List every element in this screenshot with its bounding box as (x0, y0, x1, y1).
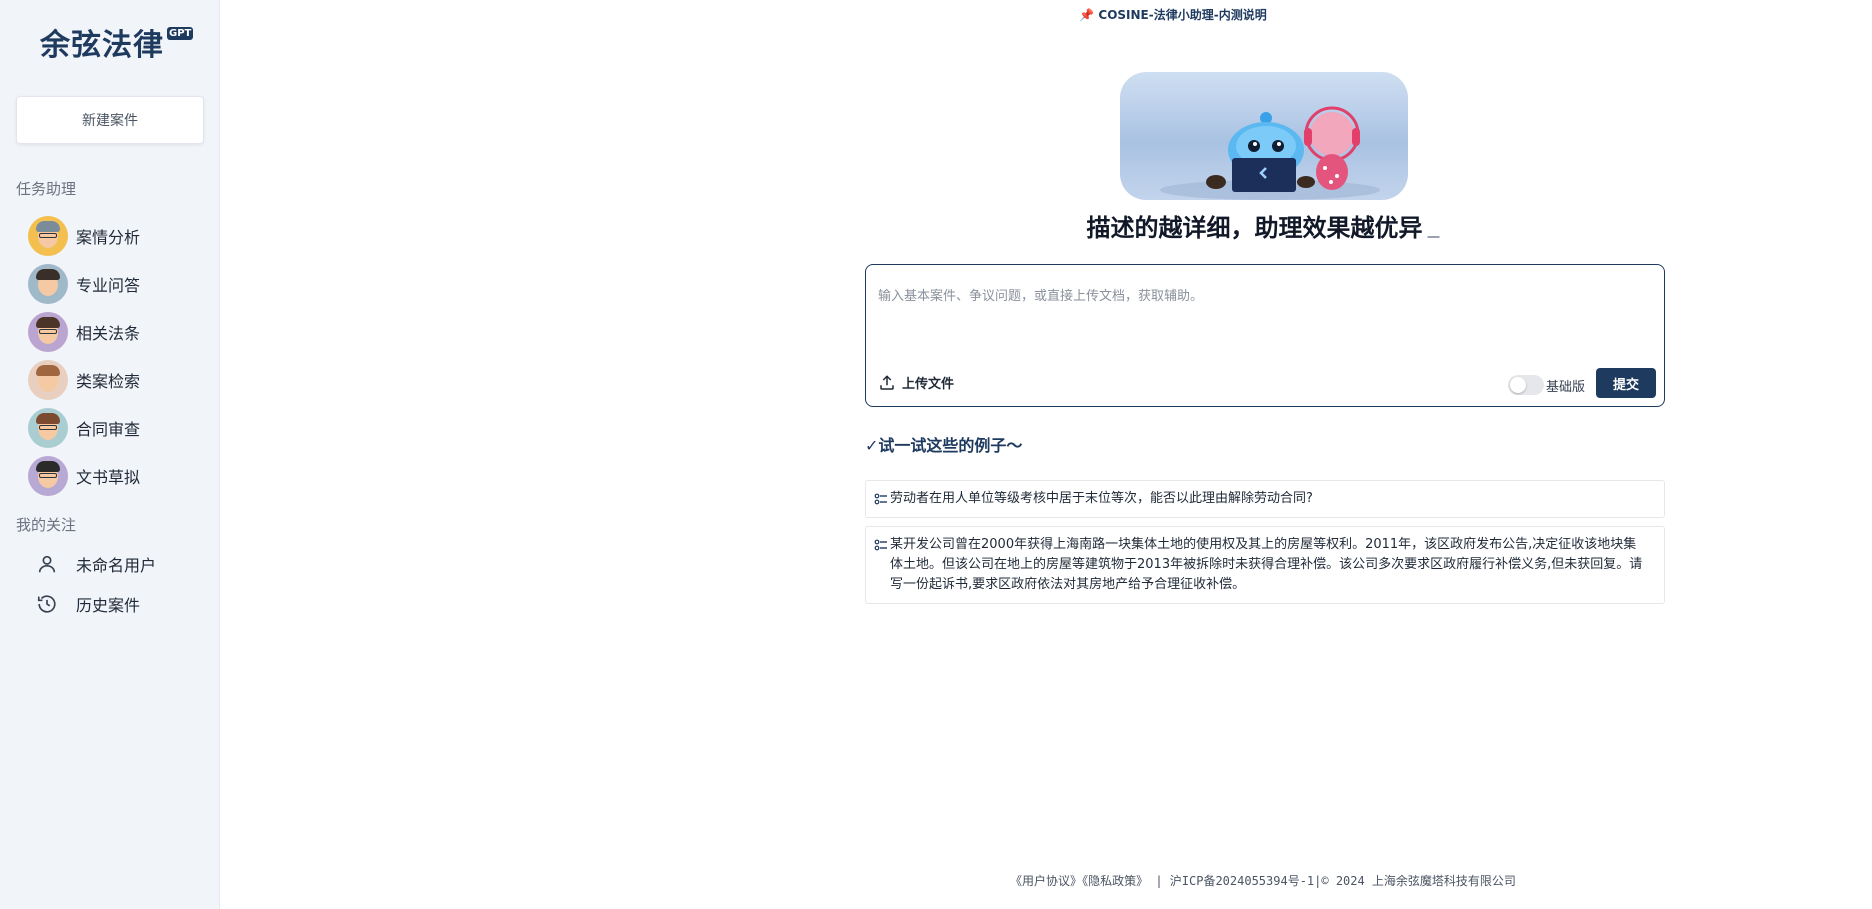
list-icon (874, 493, 887, 505)
hero-image (1120, 72, 1408, 200)
toggle-label: 基础版 (1546, 379, 1586, 395)
sidebar-item-label: 专业问答 (76, 276, 141, 295)
basic-version-toggle[interactable]: 基础版 (1508, 375, 1585, 395)
avatar-cartoon-woman-glasses (28, 312, 68, 352)
example-text: 劳动者在用人单位等级考核中居于末位等次，能否以此理由解除劳动合同? (890, 491, 1313, 506)
headline-text: 描述的越详细，助理效果越优异 (1086, 214, 1423, 242)
sidebar-item-label: 相关法条 (76, 324, 141, 343)
avatar-cartoon-woman (28, 360, 68, 400)
sidebar-item-contract-review[interactable]: 合同审查 (28, 408, 140, 448)
history-icon (37, 595, 56, 613)
avatar-cartoon-man-glasses (28, 216, 68, 256)
main-content: 📌 COSINE-法律小助理-内测说明 描述的越详细，助理效果越优异 输入基本案… (221, 0, 1872, 909)
upload-icon (880, 374, 894, 390)
logo-text: 余弦法律 (40, 28, 164, 63)
sidebar-item-label: 文书草拟 (76, 468, 141, 487)
submit-button[interactable]: 提交 (1596, 368, 1656, 398)
user-icon (38, 555, 56, 573)
case-description-input[interactable] (878, 285, 1648, 345)
sidebar: 余弦法律 GPT 新建案件 任务助理 案情分析 专业问答 相关法条 类案检索 合… (0, 0, 220, 909)
sidebar-item-label: 未命名用户 (76, 556, 157, 575)
page-headline: 描述的越详细，助理效果越优异 (1087, 208, 1440, 243)
sidebar-item-label: 类案检索 (76, 372, 141, 391)
sidebar-item-user[interactable]: 未命名用户 (36, 551, 156, 577)
app-logo[interactable]: 余弦法律 GPT (40, 20, 194, 64)
example-text: 某开发公司曾在2000年获得上海南路一块集体土地的使用权及其上的房屋等权利。20… (890, 537, 1643, 592)
beta-notice-link[interactable]: 📌 COSINE-法律小助理-内测说明 (1079, 6, 1266, 23)
sidebar-item-professional-qa[interactable]: 专业问答 (28, 264, 140, 304)
avatar-cartoon-man-glasses (28, 456, 68, 496)
task-section-title: 任务助理 (16, 180, 77, 198)
case-input-box: 上传文件 基础版 提交 (865, 264, 1665, 407)
user-agreement-link[interactable]: 《用户协议》 (1010, 874, 1082, 888)
sidebar-item-case-analysis[interactable]: 案情分析 (28, 216, 140, 256)
upload-label: 上传文件 (902, 377, 955, 392)
sidebar-item-similar-cases[interactable]: 类案检索 (28, 360, 140, 400)
upload-file-button[interactable]: 上传文件 (878, 373, 954, 392)
example-item[interactable]: 某开发公司曾在2000年获得上海南路一块集体土地的使用权及其上的房屋等权利。20… (865, 526, 1665, 604)
toggle-switch[interactable] (1508, 375, 1544, 395)
follow-section-title: 我的关注 (16, 516, 77, 534)
sidebar-item-label: 案情分析 (76, 228, 141, 247)
privacy-policy-link[interactable]: 《隐私政策》 (1082, 874, 1148, 888)
logo-badge: GPT (167, 27, 194, 40)
avatar-cartoon-man (28, 264, 68, 304)
icp-copyright-text: | 沪ICP备2024055394号-1|© 2024 上海余弦魔塔科技有限公司 (1155, 874, 1516, 888)
typing-cursor (1427, 236, 1440, 238)
new-case-button[interactable]: 新建案件 (16, 96, 204, 144)
sidebar-item-history[interactable]: 历史案件 (36, 591, 140, 617)
examples-title: ✓试一试这些的例子～ (865, 436, 1023, 455)
sidebar-item-label: 历史案件 (76, 596, 141, 615)
sidebar-item-related-laws[interactable]: 相关法条 (28, 312, 140, 352)
sidebar-item-document-drafting[interactable]: 文书草拟 (28, 456, 140, 496)
robot-mascots-illustration (1160, 106, 1380, 200)
example-item[interactable]: 劳动者在用人单位等级考核中居于末位等次，能否以此理由解除劳动合同? (865, 480, 1665, 518)
sidebar-item-label: 合同审查 (76, 420, 141, 439)
footer: 《用户协议》《隐私政策》 | 沪ICP备2024055394号-1|© 2024… (1010, 872, 1516, 889)
avatar-cartoon-woman-glasses (28, 408, 68, 448)
list-icon (874, 539, 887, 551)
